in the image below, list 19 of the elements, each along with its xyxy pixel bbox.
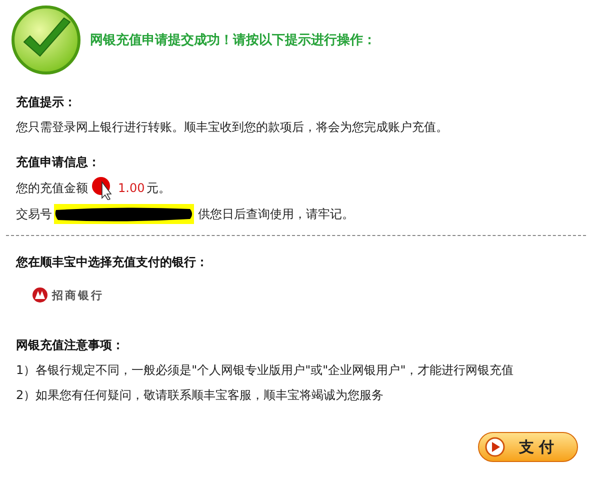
note-item: 1）各银行规定不同，一般必须是"个人网银专业版用户"或"企业网银用户"，才能进行网银充值	[16, 362, 514, 379]
play-icon	[485, 437, 505, 457]
checkmark-icon	[10, 4, 82, 76]
transaction-label: 交易号	[16, 206, 52, 222]
section-heading: 充值提示：	[16, 94, 76, 111]
section-heading: 充值申请信息：	[16, 154, 100, 171]
bank-name: 招商银行	[52, 288, 104, 302]
note-item: 2）如果您有任何疑问，敬请联系顺丰宝客服，顺丰宝将竭诚为您服务	[16, 387, 384, 404]
cursor-icon	[90, 176, 114, 200]
amount-label: 您的充值金额	[16, 180, 88, 196]
tip-text: 您只需登录网上银行进行转账。顺丰宝收到您的款项后，将会为您完成账户充值。	[16, 119, 448, 136]
section-heading: 网银充值注意事项：	[16, 337, 124, 354]
amount-unit: 元。	[146, 180, 171, 196]
section-heading: 您在顺丰宝中选择充值支付的银行：	[16, 254, 208, 271]
amount-value: 1.00	[118, 181, 145, 195]
bank-logo-icon	[32, 287, 48, 303]
pay-button[interactable]: 支 付	[478, 432, 578, 462]
transaction-note: 供您日后查询使用，请牢记。	[198, 206, 354, 222]
success-title: 网银充值申请提交成功！请按以下提示进行操作：	[90, 32, 376, 49]
